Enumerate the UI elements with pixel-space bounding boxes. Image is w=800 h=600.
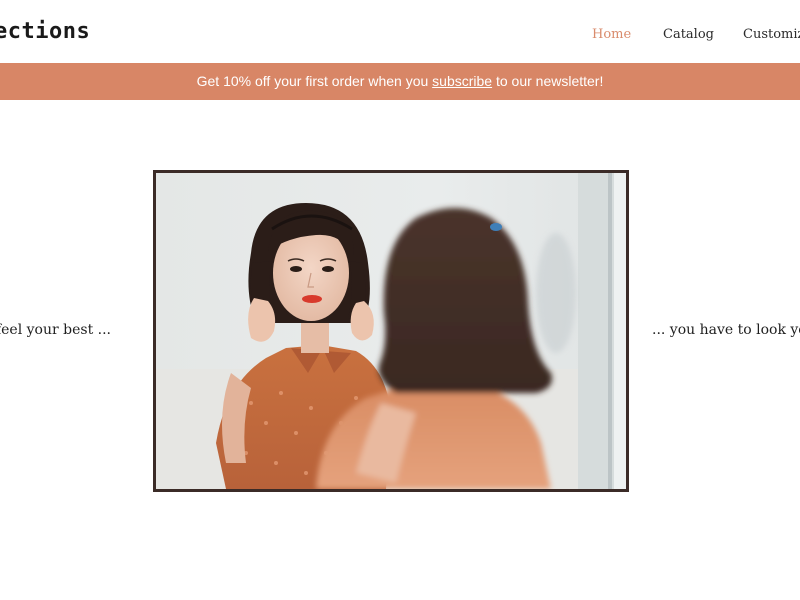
nav-customize-link[interactable]: Customize — [743, 27, 800, 42]
promo-banner: Get 10% off your first order when you su… — [0, 63, 800, 100]
hero-right-text: ... you have to look you — [652, 322, 800, 338]
banner-text-after: to our newsletter! — [492, 73, 604, 89]
main-nav: Home Catalog Customize — [0, 27, 800, 47]
hero-image — [156, 173, 626, 489]
banner-text-before: Get 10% off your first order when you — [196, 73, 433, 89]
nav-home-link[interactable]: Home — [592, 27, 631, 42]
page: ections Home Catalog Customize Get 10% o… — [0, 0, 800, 600]
nav-catalog-link[interactable]: Catalog — [663, 27, 714, 42]
hero-left-text: o feel your best ... — [0, 322, 111, 338]
site-header: ections Home Catalog Customize — [0, 0, 800, 63]
subscribe-link[interactable]: subscribe — [432, 73, 492, 89]
hero-image-frame — [153, 170, 629, 492]
